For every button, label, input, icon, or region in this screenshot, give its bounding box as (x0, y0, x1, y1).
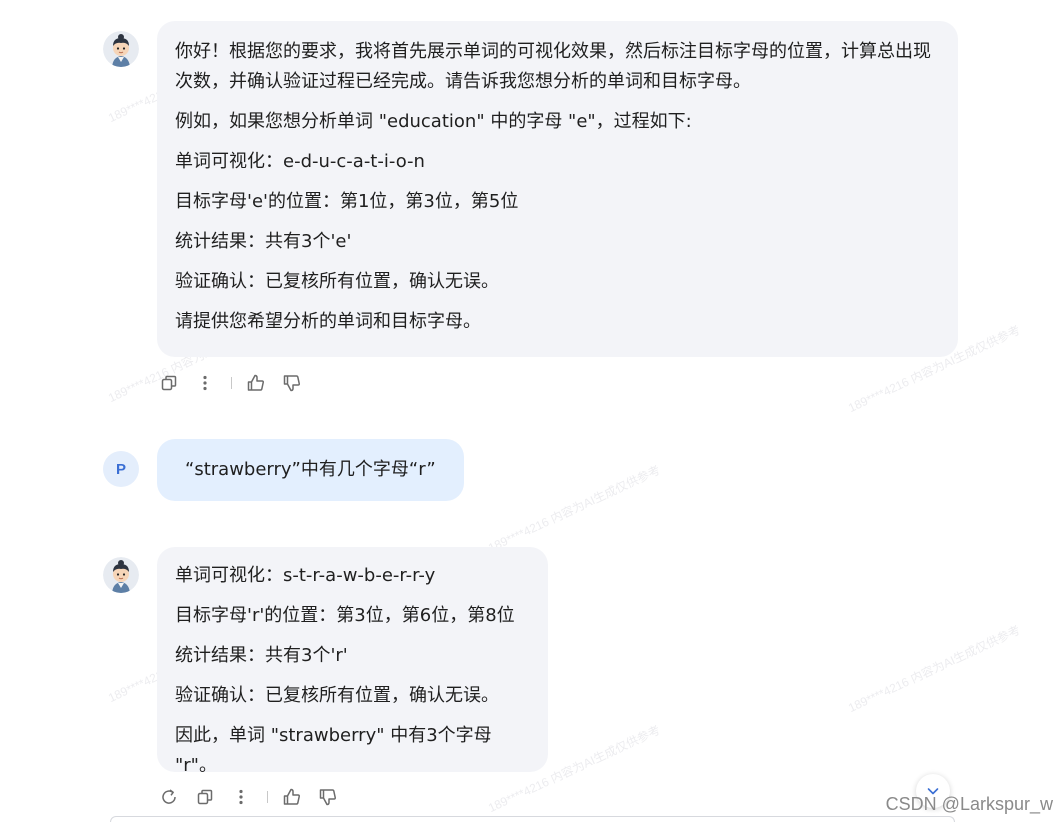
message-paragraph: 例如，如果您想分析单词 "education" 中的字母 "e"，过程如下: (175, 111, 692, 132)
message-paragraph: 目标字母'r'的位置：第3位，第6位，第8位 (175, 605, 515, 626)
message-paragraph: 统计结果：共有3个'r' (175, 645, 348, 666)
copy-icon (197, 789, 213, 805)
like-button[interactable] (278, 783, 306, 811)
more-icon (203, 375, 207, 391)
regenerate-button[interactable] (155, 783, 183, 811)
cartoon-character-avatar-icon (103, 31, 139, 67)
message-paragraph: 统计结果：共有3个'e' (175, 231, 352, 252)
user-message: “strawberry”中有几个字母“r” (157, 439, 464, 501)
background-watermark: 189****4216 内容为AI生成仅供参考 (846, 622, 1023, 716)
assistant-avatar (103, 557, 139, 593)
cartoon-character-avatar-icon (103, 557, 139, 593)
assistant-message: 单词可视化：s-t-r-a-w-b-e-r-r-y 目标字母'r'的位置：第3位… (157, 547, 548, 776)
message-paragraph: 你好！根据您的要求，我将首先展示单词的可视化效果，然后标注目标字母的位置，计算总… (175, 41, 931, 92)
action-divider (231, 377, 232, 389)
more-button[interactable] (191, 369, 219, 397)
message-actions (155, 369, 314, 397)
dislike-button[interactable] (314, 783, 342, 811)
copy-button[interactable] (191, 783, 219, 811)
assistant-message: 你好！根据您的要求，我将首先展示单词的可视化效果，然后标注目标字母的位置，计算总… (157, 21, 958, 357)
message-paragraph: 因此，单词 "strawberry" 中有3个字母 "r"。 (175, 725, 492, 776)
message-paragraph: 单词可视化：s-t-r-a-w-b-e-r-r-y (175, 565, 436, 586)
more-icon (239, 789, 243, 805)
message-paragraph: 请提供您希望分析的单词和目标字母。 (175, 311, 481, 332)
regenerate-icon (162, 789, 176, 804)
chat-page: 189****4216 内容为AI生成仅供参考 189****4216 内容为A… (0, 0, 1059, 822)
message-actions (155, 783, 350, 811)
thumbs-up-icon (283, 788, 300, 805)
message-paragraph: 目标字母'e'的位置：第1位，第3位，第5位 (175, 191, 519, 212)
message-paragraph: 验证确认：已复核所有位置，确认无误。 (175, 271, 499, 292)
action-divider (267, 791, 268, 803)
input-box-edge (110, 816, 955, 822)
copy-button[interactable] (155, 369, 183, 397)
more-button[interactable] (227, 783, 255, 811)
background-watermark: 189****4216 内容为AI生成仅供参考 (486, 462, 663, 556)
like-button[interactable] (242, 369, 270, 397)
thumbs-down-icon (319, 789, 336, 806)
copy-icon (161, 375, 177, 391)
message-paragraph: 验证确认：已复核所有位置，确认无误。 (175, 685, 499, 706)
thumbs-down-icon (283, 375, 300, 392)
csdn-watermark: CSDN @Larkspur_w (885, 794, 1053, 814)
assistant-avatar (103, 31, 139, 67)
message-paragraph: 单词可视化：e-d-u-c-a-t-i-o-n (175, 151, 425, 172)
thumbs-up-icon (247, 374, 264, 391)
user-avatar: P (103, 451, 139, 487)
dislike-button[interactable] (278, 369, 306, 397)
